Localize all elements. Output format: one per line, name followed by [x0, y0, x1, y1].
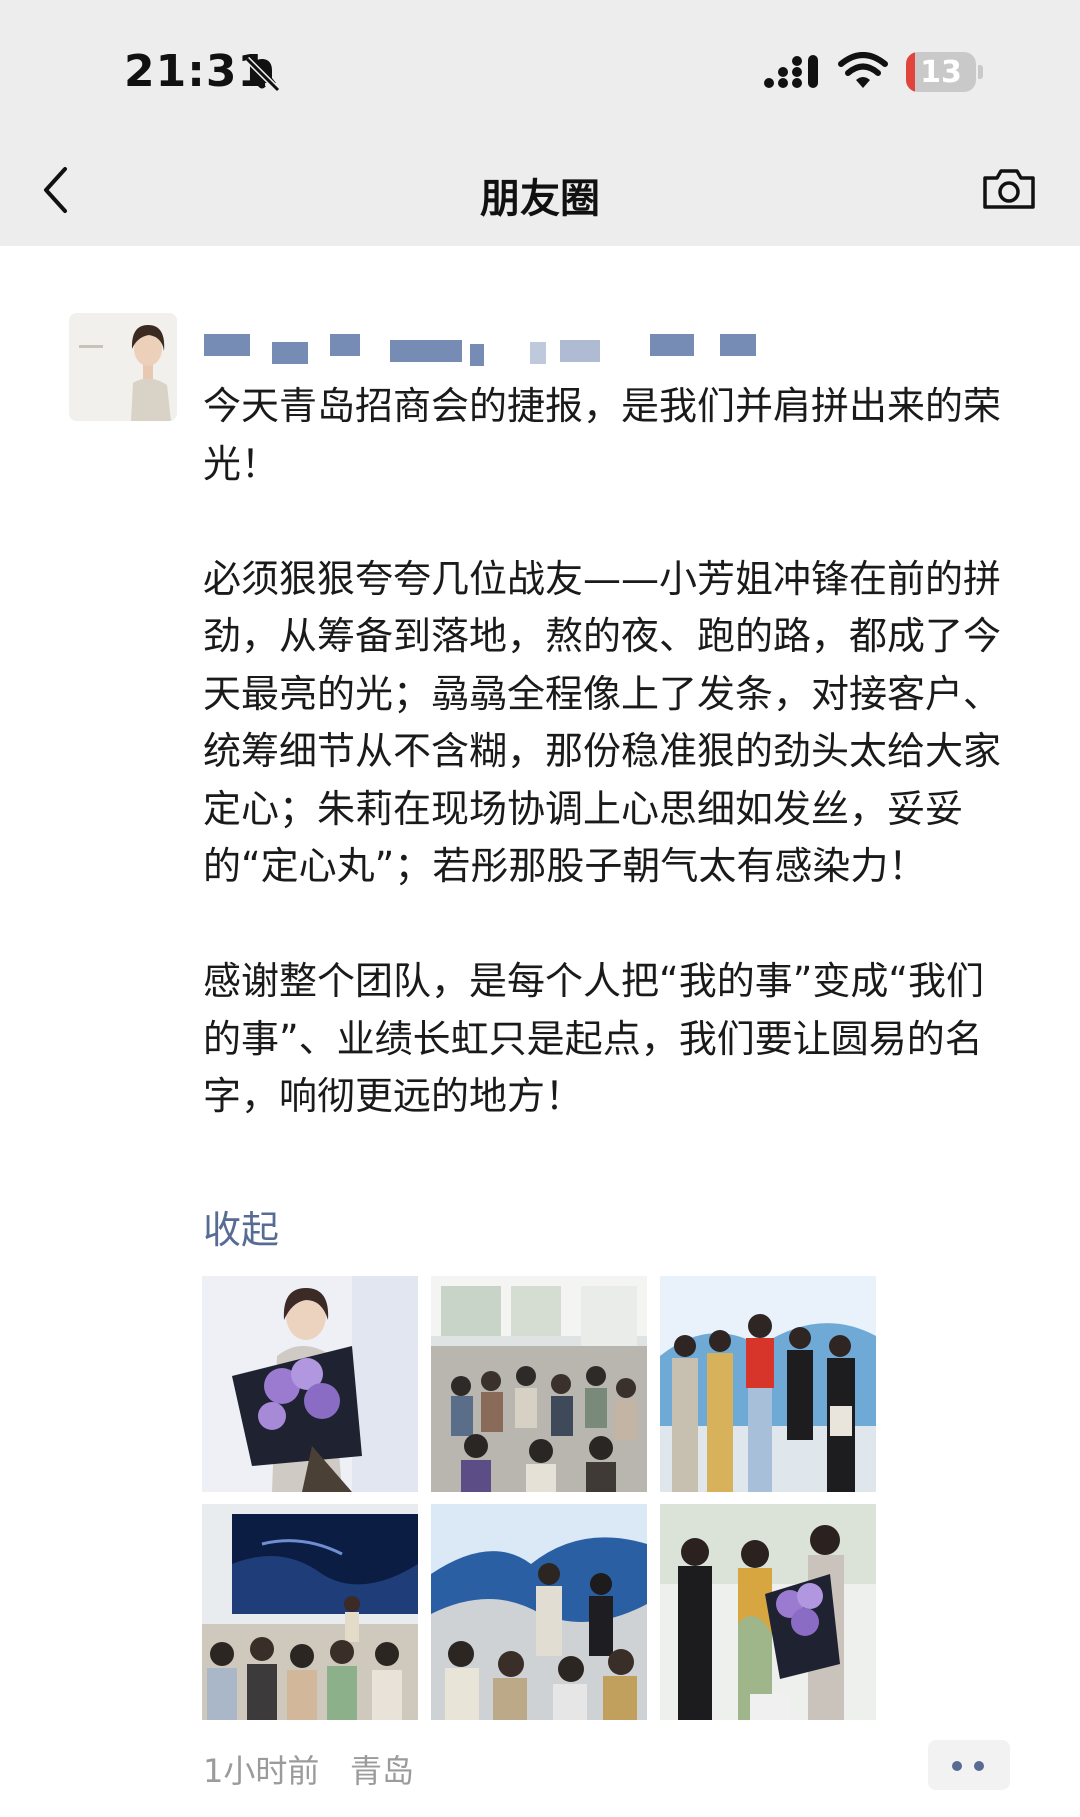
- collapse-link[interactable]: 收起: [203, 1199, 279, 1254]
- post-time: 1小时前: [203, 1752, 320, 1790]
- page-title: 朋友圈: [480, 176, 600, 222]
- wifi-icon: [838, 52, 888, 88]
- photo-speaker-on-stage[interactable]: [431, 1504, 647, 1720]
- post-paragraph: 感谢整个团队，是每个人把“我的事”变成“我们的事”、业绩长虹只是起点，我们要让圆…: [203, 959, 985, 1118]
- battery-indicator: 13: [906, 52, 984, 92]
- post-location[interactable]: 青岛: [350, 1746, 414, 1792]
- top-bar: 21:31 13 朋友圈: [0, 0, 1080, 246]
- photo-seated-audience[interactable]: [431, 1276, 647, 1492]
- bell-slash-icon: [244, 56, 281, 93]
- photo-group-of-women[interactable]: [660, 1276, 876, 1492]
- avatar[interactable]: [69, 313, 177, 421]
- photo-grid: [202, 1276, 878, 1720]
- camera-icon[interactable]: [982, 168, 1036, 210]
- more-dots-icon[interactable]: [928, 1740, 1010, 1790]
- photo-woman-with-bouquet[interactable]: [202, 1276, 418, 1492]
- post-text: 今天青岛招商会的捷报，是我们并肩拼出来的荣光！ 必须狠狠夸夸几位战友——小芳姐冲…: [203, 378, 1013, 1126]
- post-paragraph: 必须狠狠夸夸几位战友——小芳姐冲锋在前的拼劲，从筹备到落地，熬的夜、跑的路，都成…: [203, 556, 1002, 889]
- post-paragraph: 今天青岛招商会的捷报，是我们并肩拼出来的荣光！: [203, 384, 1002, 486]
- author-name-redacted[interactable]: [200, 334, 860, 366]
- cellular-signal-icon: [764, 55, 818, 88]
- battery-level-text: 13: [920, 55, 962, 90]
- photo-three-women-bouquet[interactable]: [660, 1504, 876, 1720]
- photo-presentation-screen[interactable]: [202, 1504, 418, 1720]
